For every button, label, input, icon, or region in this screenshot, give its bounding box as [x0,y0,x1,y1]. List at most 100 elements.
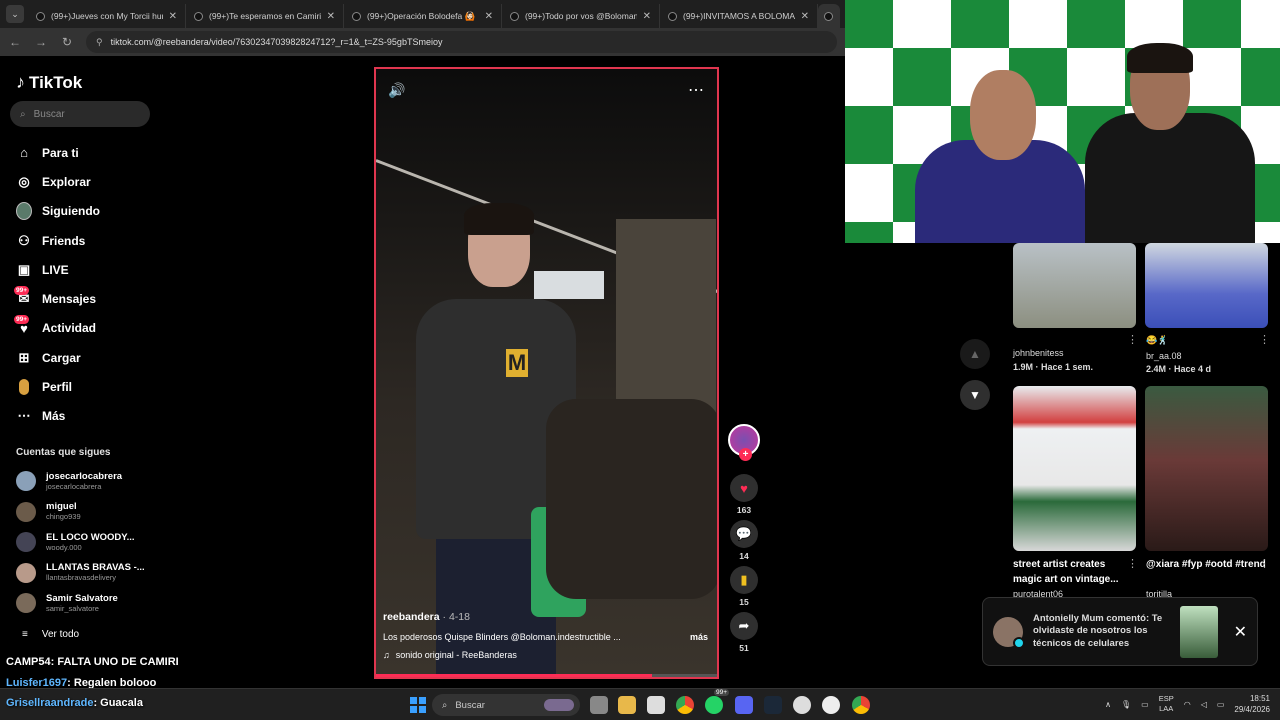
recommended-title[interactable]: @xiara #fyp #ootd #trend [1146,557,1266,572]
more-link[interactable]: más [690,632,708,642]
video-sound[interactable]: sonido original - ReeBanderas [396,650,517,660]
whatsapp-icon[interactable] [705,696,723,714]
url-text: tiktok.com/@reebandera/video/76302347039… [110,37,443,47]
display-icon[interactable]: ▭ [1141,700,1149,709]
tiktok-logo[interactable]: ♪ TikTok [16,72,82,93]
chrome-active-icon[interactable] [852,696,870,714]
previous-video-button[interactable]: ▲ [960,339,990,369]
more-options-icon[interactable]: ⋯ [688,80,705,100]
comment-button[interactable]: 💬 [730,520,758,548]
next-video-button[interactable]: ▼ [960,380,990,410]
video-date: · 4-18 [442,611,470,623]
more-options-icon[interactable]: ⋮ [1259,557,1270,570]
sidebar-item-mensajes[interactable]: ✉ 99+ Mensajes [14,284,176,313]
video-author[interactable]: reebandera [383,611,440,623]
follow-plus-icon[interactable]: + [739,448,752,461]
recommended-thumb[interactable] [1013,243,1136,328]
see-all-link[interactable]: ≡ Ver todo [22,629,79,640]
close-tab-icon[interactable]: ✕ [169,11,177,22]
wifi-icon[interactable]: ◠ [1184,700,1191,709]
backdrop-tile [951,0,1009,48]
recommended-user[interactable]: johnbenitess [1013,348,1064,358]
chat-message: CAMP54: FALTA UNO DE CAMIRI [6,656,179,668]
more-options-icon[interactable]: ⋮ [1127,557,1138,570]
sidebar-item-cargar[interactable]: ⊞ Cargar [16,343,176,372]
recommended-thumb[interactable] [1145,386,1268,551]
sidebar-item-perfil[interactable]: Perfil [16,372,176,401]
close-tab-icon[interactable]: ✕ [801,11,809,22]
sidebar-item-actividad[interactable]: ♥ 99+ Actividad [14,314,176,343]
reload-icon[interactable]: ↻ [60,35,74,49]
browser-tab[interactable]: (99+)Operación Bolodefa 🙆🏻 ✕ [344,4,502,28]
webcam-person-right [1085,43,1255,243]
chat-message: Grisellraandrade: Guacala [6,697,143,709]
avatar [16,562,36,583]
browser-tab[interactable]: (99+)INVITAMOS A BOLOMAN ✕ [660,4,818,28]
following-account[interactable]: Samir Salvatore samir_salvatore [16,588,176,619]
avatar [16,501,36,522]
back-icon[interactable]: ← [8,35,22,49]
more-options-icon[interactable]: ⋮ [1127,333,1138,346]
like-button[interactable]: ♥ [730,474,758,502]
creator-avatar[interactable]: + [728,424,760,461]
steam-icon[interactable] [764,696,782,714]
browser-tab[interactable]: (99+)Jueves con My Torcii hum ✕ [28,4,186,28]
close-tab-icon[interactable]: ✕ [643,11,651,22]
chevron-up-icon[interactable]: ∧ [1105,700,1111,709]
share-button[interactable]: ➦ [730,612,758,640]
recommended-title[interactable]: street artist creates magic art on vinta… [1013,557,1133,587]
following-account[interactable]: josecarlocabrera josecarlocabrera [16,466,176,497]
clock[interactable]: 18:51 29/4/2026 [1234,693,1270,715]
video-progress-bar[interactable] [376,674,717,677]
recommended-thumb[interactable] [1145,243,1268,328]
chrome-icon[interactable] [676,696,694,714]
settings-icon[interactable] [822,696,840,714]
language-indicator[interactable]: ESP LAA [1159,694,1174,714]
tab-search-icon[interactable]: ⌄ [6,5,24,23]
following-account[interactable]: LLANTAS BRAVAS -... llantasbravasdelivery [16,558,176,589]
following-account[interactable]: EL LOCO WOODY... woody.000 [16,527,176,558]
volume-icon[interactable]: 🔊 [388,82,405,99]
sidebar-item-live[interactable]: ▣ LIVE [16,255,176,284]
browser-tab-active[interactable] [818,4,840,28]
save-button[interactable]: ▮ [730,566,758,594]
sidebar-item-para-ti[interactable]: ⌂ Para ti [16,138,176,167]
recommended-thumb[interactable] [1013,386,1136,551]
backdrop-tile [1125,0,1183,48]
taskbar-search[interactable]: ⌕ Buscar [432,694,580,716]
avatar [16,532,36,553]
address-bar[interactable]: ⚲ tiktok.com/@reebandera/video/763023470… [86,31,837,53]
obs-icon[interactable] [793,696,811,714]
sidebar-item-siguiendo[interactable]: Siguiendo [16,197,176,226]
task-view-icon[interactable] [590,696,608,714]
home-icon: ⌂ [20,145,28,161]
microphone-icon[interactable]: 🎙 [1121,700,1131,709]
browser-toolbar: ← → ↻ ⚲ tiktok.com/@reebandera/video/763… [0,28,845,56]
following-account[interactable]: miguel chingo939 [16,497,176,528]
sidebar-item-explorar[interactable]: ◎ Explorar [16,167,176,196]
video-player[interactable]: M [374,67,719,679]
file-explorer-icon[interactable] [618,696,636,714]
windows-start-icon[interactable] [410,697,426,713]
close-tab-icon[interactable]: ✕ [485,11,493,22]
backdrop-tile [893,0,951,48]
close-tab-icon[interactable]: ✕ [327,11,335,22]
chevron-up-icon: ▲ [969,347,981,361]
close-icon[interactable]: ✕ [1234,622,1247,642]
battery-icon[interactable]: ▭ [1217,700,1225,709]
more-options-icon[interactable]: ⋮ [1259,333,1270,346]
recommended-user[interactable]: toritilla [1146,589,1172,597]
volume-icon[interactable]: ◁ [1201,700,1207,709]
store-icon[interactable] [647,696,665,714]
recommended-user[interactable]: br_aa.08 [1146,351,1182,361]
sidebar-item-mas[interactable]: ⋯ Más [16,402,176,431]
search-input[interactable]: ⌕ Buscar [10,101,150,127]
forward-icon[interactable]: → [34,35,48,49]
browser-tab[interactable]: (99+)Te esperamos en Camiri l ✕ [186,4,344,28]
discord-icon[interactable] [735,696,753,714]
browser-tab[interactable]: (99+)Todo por vos @Boloman ✕ [502,4,660,28]
notification-toast[interactable]: Antonielly Mum comentó: Te olvidaste de … [982,597,1258,666]
site-info-icon[interactable]: ⚲ [96,37,103,48]
recommended-user[interactable]: purotalent06 [1013,589,1063,597]
sidebar-item-friends[interactable]: ⚇ Friends [16,226,176,255]
